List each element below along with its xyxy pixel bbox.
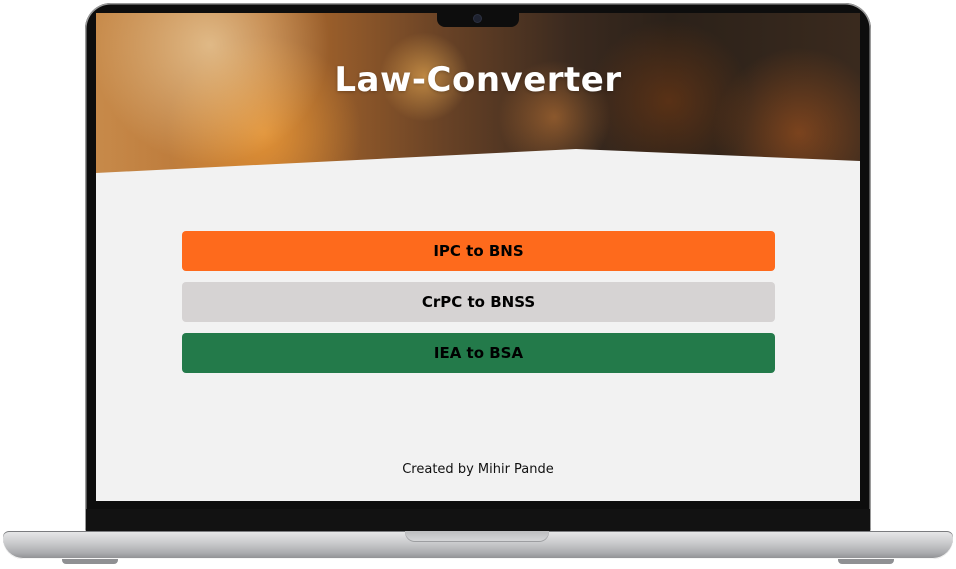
laptop-mockup: Law-Converter IPC to BNS CrPC to BNSS IE…	[0, 0, 956, 569]
laptop-foot-left	[62, 559, 118, 564]
iea-to-bsa-button[interactable]: IEA to BSA	[182, 333, 775, 373]
page-title: Law-Converter	[334, 60, 622, 100]
laptop-foot-right	[838, 559, 894, 564]
crpc-to-bnss-button[interactable]: CrPC to BNSS	[182, 282, 775, 322]
hero-divider	[96, 149, 860, 191]
converter-menu: IPC to BNS CrPC to BNSS IEA to BSA	[182, 231, 775, 384]
footer-credit: Created by Mihir Pande	[402, 462, 554, 477]
laptop-chin	[86, 509, 870, 531]
laptop-screen: Law-Converter IPC to BNS CrPC to BNSS IE…	[96, 13, 860, 501]
lid-opening-groove	[405, 531, 549, 542]
webcam-icon	[474, 15, 481, 22]
ipc-to-bns-button[interactable]: IPC to BNS	[182, 231, 775, 271]
